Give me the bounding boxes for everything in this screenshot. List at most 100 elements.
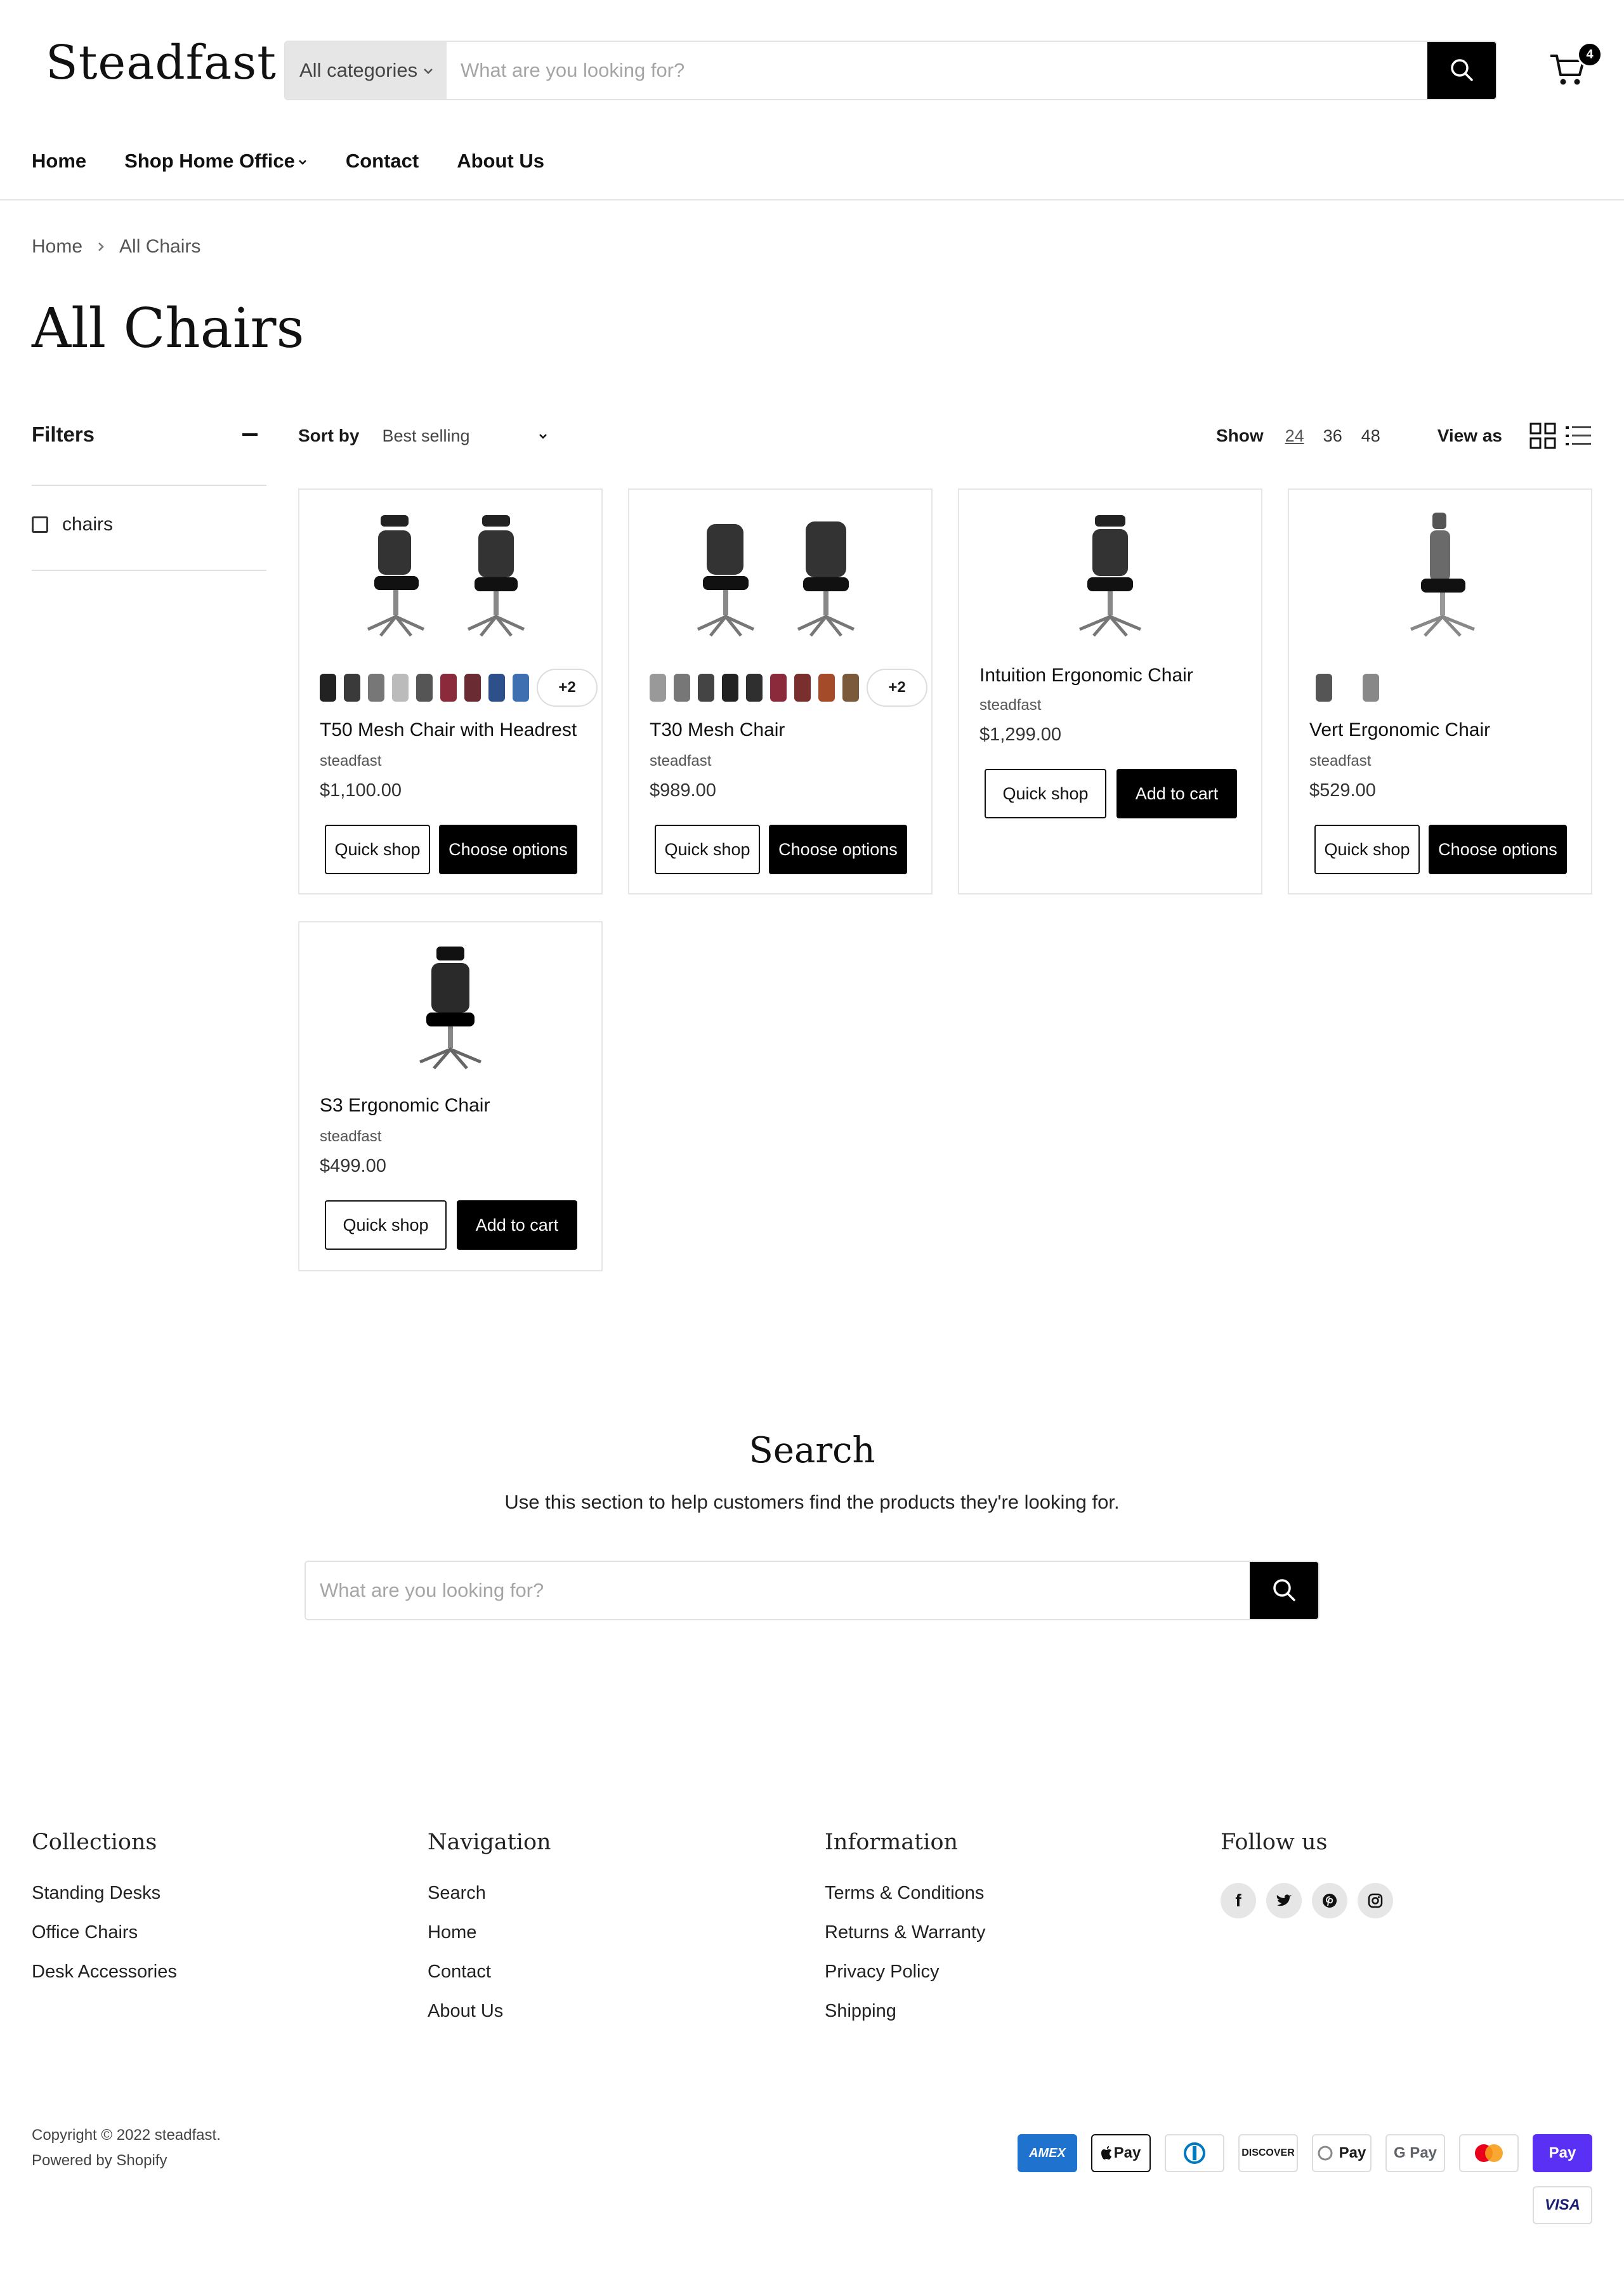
quick-shop-button[interactable]: Quick shop [325,825,430,874]
product-card[interactable]: +2 T30 Mesh Chair steadfast $989.00 Quic… [628,488,933,895]
footer-navigation: Navigation Search Home Contact About Us [428,1830,551,2040]
product-image[interactable] [959,509,1261,642]
footer-link[interactable]: Returns & Warranty [825,1922,986,1943]
product-image[interactable] [1289,509,1591,642]
quick-shop-button[interactable]: Quick shop [985,769,1106,818]
search-section-text: Use this section to help customers find … [504,1491,1120,1513]
site-logo[interactable]: Steadfast [46,36,277,90]
product-price: $529.00 [1309,780,1376,801]
product-title[interactable]: Intuition Ergonomic Chair [979,665,1193,686]
footer-link[interactable]: Shipping [825,2001,986,2022]
product-image[interactable] [299,941,601,1075]
footer-col-title: Navigation [428,1830,551,1855]
product-card[interactable]: Vert Ergonomic Chair steadfast $529.00 Q… [1288,488,1592,895]
choose-options-button[interactable]: Choose options [769,825,907,874]
product-vendor: steadfast [320,752,382,770]
footer-link[interactable]: Home [428,1922,551,1943]
chevron-down-icon [538,426,548,446]
product-title[interactable]: T30 Mesh Chair [650,719,785,741]
footer-link[interactable]: Search [428,1883,551,1904]
color-swatches: +2 [648,669,927,707]
filter-option-chairs[interactable]: chairs [32,486,266,571]
footer-link[interactable]: Office Chairs [32,1922,177,1943]
swatch-icons [320,674,529,702]
footer-information: Information Terms & Conditions Returns &… [825,1830,986,2040]
search-icon [1448,56,1475,85]
nav-item-about-us[interactable]: About Us [457,150,544,173]
facebook-icon[interactable]: f [1221,1883,1256,1918]
nav-item-label: Shop Home Office [124,150,295,172]
footer-collections: Collections Standing Desks Office Chairs… [32,1830,177,2001]
nav-item-home[interactable]: Home [32,150,86,173]
swatch-icons [650,674,859,702]
cart-icon [1548,55,1587,91]
show-option-36[interactable]: 36 [1323,426,1342,446]
category-select[interactable]: All categories [285,42,447,99]
section-search-button[interactable] [1250,1562,1318,1619]
swatch-icons [1316,674,1379,702]
show-option-24[interactable]: 24 [1285,426,1304,446]
show-option-48[interactable]: 48 [1361,426,1380,446]
quick-shop-button[interactable]: Quick shop [655,825,760,874]
payment-label: Pay [1339,2144,1366,2161]
more-swatches-badge[interactable]: +2 [537,669,598,707]
search-button[interactable] [1427,42,1496,99]
footer-col-title: Information [825,1830,959,1855]
product-image[interactable] [299,509,601,642]
product-card[interactable]: Intuition Ergonomic Chair steadfast $1,2… [958,488,1262,895]
filters-header[interactable]: Filters [32,416,266,453]
footer-link[interactable]: Contact [428,1962,551,1983]
footer-follow: Follow us f [1221,1830,1403,1918]
nav-item-contact[interactable]: Contact [346,150,419,173]
chair-image [419,947,481,1070]
grid-view-icon[interactable] [1529,422,1557,450]
footer-link[interactable]: Desk Accessories [32,1962,177,1983]
more-swatches-badge[interactable]: +2 [867,669,927,707]
product-title[interactable]: Vert Ergonomic Chair [1309,719,1490,741]
filters-panel: Filters chairs [32,416,266,571]
sort-select-value: Best selling [382,426,470,445]
chevron-right-icon [96,236,105,258]
footer-link[interactable]: Terms & Conditions [825,1883,986,1904]
footer-link[interactable]: Privacy Policy [825,1962,986,1983]
mastercard-icon [1459,2134,1519,2172]
view-as-label: View as [1437,426,1502,445]
copyright: Copyright © 2022 steadfast. Powered by S… [32,2123,221,2173]
choose-options-button[interactable]: Choose options [439,825,577,874]
shop-pay-icon: Pay [1533,2134,1592,2172]
instagram-icon[interactable] [1358,1883,1393,1918]
footer-link[interactable]: About Us [428,2001,551,2022]
sort-select[interactable]: Best selling [382,426,548,446]
social-links: f [1221,1883,1403,1918]
powered-by-link[interactable]: Powered by Shopify [32,2148,221,2173]
sort-label: Sort by [298,426,360,445]
pinterest-icon[interactable] [1312,1883,1347,1918]
product-vendor: steadfast [320,1128,382,1145]
list-view-icon[interactable] [1564,422,1592,450]
search-input[interactable] [447,42,1427,99]
footer-link[interactable]: Standing Desks [32,1883,177,1904]
add-to-cart-button[interactable]: Add to cart [1116,769,1237,818]
visa-icon: VISA [1533,2186,1592,2224]
choose-options-button[interactable]: Choose options [1429,825,1567,874]
checkbox[interactable] [32,516,48,533]
cart-count-badge: 4 [1577,42,1602,67]
product-title[interactable]: T50 Mesh Chair with Headrest [320,719,577,741]
twitter-icon[interactable] [1266,1883,1302,1918]
product-card[interactable]: S3 Ergonomic Chair steadfast $499.00 Qui… [298,921,603,1271]
chair-image [1079,515,1141,637]
add-to-cart-button[interactable]: Add to cart [457,1200,577,1250]
product-price: $1,100.00 [320,780,402,801]
nav-item-shop-home-office[interactable]: Shop Home Office [124,150,308,173]
footer-col-title: Collections [32,1830,157,1855]
page-title: All Chairs [32,297,304,360]
section-search-bar [304,1561,1320,1620]
product-card[interactable]: +2 T50 Mesh Chair with Headrest steadfas… [298,488,603,895]
quick-shop-button[interactable]: Quick shop [1314,825,1420,874]
breadcrumb-home[interactable]: Home [32,236,82,258]
header-search-bar: All categories [284,41,1497,100]
quick-shop-button[interactable]: Quick shop [325,1200,447,1250]
section-search-input[interactable] [306,1562,1250,1619]
product-title[interactable]: S3 Ergonomic Chair [320,1095,490,1117]
product-image[interactable] [629,509,931,642]
